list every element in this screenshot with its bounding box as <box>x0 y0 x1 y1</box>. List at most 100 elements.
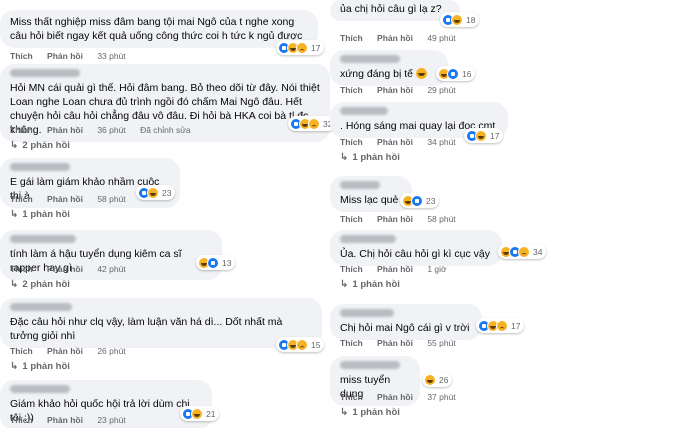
like-button[interactable]: Thích <box>10 264 33 274</box>
like-button[interactable]: Thích <box>10 51 33 61</box>
comment-actions: Thích Phản hồi 23 phút <box>10 415 138 425</box>
timestamp: 58 phút <box>427 214 456 224</box>
sad-reaction-icon <box>518 245 530 258</box>
comment-actions: Thích Phản hồi 29 phút <box>340 85 468 95</box>
reaction-summary[interactable]: 17 <box>464 128 504 143</box>
view-replies-link[interactable]: ↳ 2 phản hồi <box>10 140 70 151</box>
reply-arrow-icon: ↳ <box>10 209 19 220</box>
reply-button[interactable]: Phản hồi <box>47 125 83 135</box>
comment-actions: Thích Phản hồi 37 phút <box>340 392 468 402</box>
view-replies-link[interactable]: ↳ 2 phản hồi <box>10 279 70 290</box>
like-reaction-icon <box>207 256 219 269</box>
timestamp: 26 phút <box>97 346 126 356</box>
timestamp: 49 phút <box>427 33 456 43</box>
like-reaction-icon <box>447 67 459 80</box>
reaction-summary[interactable]: 23 <box>400 193 440 208</box>
reply-button[interactable]: Phản hồi <box>47 415 83 425</box>
reaction-summary[interactable]: 18 <box>440 12 480 27</box>
like-button[interactable]: Thích <box>340 33 363 43</box>
reaction-summary[interactable]: 17 <box>276 40 325 55</box>
reaction-summary[interactable]: 21 <box>180 406 220 421</box>
like-button[interactable]: Thích <box>340 392 363 402</box>
view-replies-link[interactable]: ↳ 1 phản hồi <box>340 279 400 290</box>
reply-button[interactable]: Phản hồi <box>47 194 83 204</box>
view-replies-link[interactable]: ↳ 1 phản hồi <box>340 407 400 418</box>
reaction-summary[interactable]: 23 <box>136 185 176 200</box>
reply-button[interactable]: Phản hồi <box>377 264 413 274</box>
timestamp: 23 phút <box>97 415 126 425</box>
reply-button[interactable]: Phản hồi <box>47 346 83 356</box>
reaction-summary[interactable]: 34 <box>498 244 547 259</box>
haha-reaction-icon <box>191 407 203 420</box>
blurred-author-name <box>10 69 80 77</box>
reply-button[interactable]: Phản hồi <box>47 51 83 61</box>
view-replies-link[interactable]: ↳ 1 phản hồi <box>340 152 400 163</box>
comment-actions: Thích Phản hồi 49 phút <box>340 33 468 43</box>
timestamp: 42 phút <box>97 264 126 274</box>
comment-bubble: Chị hỏi mai Ngô cái gì v trời <box>330 304 482 340</box>
timestamp: 36 phút <box>97 125 126 135</box>
comment-actions: Thích Phản hồi 36 phút Đã chỉnh sửa <box>10 125 203 135</box>
reaction-count: 13 <box>222 257 232 268</box>
timestamp: 29 phút <box>427 85 456 95</box>
reaction-count: 15 <box>311 339 321 350</box>
reaction-summary[interactable]: 16 <box>436 66 476 81</box>
reply-button[interactable]: Phản hồi <box>377 392 413 402</box>
comment-actions: Thích Phản hồi 58 phút <box>10 194 138 204</box>
view-replies-link[interactable]: ↳ 1 phản hồi <box>10 361 70 372</box>
comment-bubble: Đặc câu hỏi như clq vậy, làm luận văn há… <box>0 298 322 348</box>
blurred-author-name <box>340 55 400 63</box>
reply-button[interactable]: Phản hồi <box>377 85 413 95</box>
blurred-author-name <box>10 303 72 311</box>
comment-actions: Thích Phản hồi 33 phút <box>10 51 138 61</box>
blurred-author-name <box>10 385 70 393</box>
comment-text: Chị hỏi mai Ngô cái gì v trời <box>340 322 470 334</box>
comment-text: Đặc câu hỏi như clq vậy, làm luận văn há… <box>10 316 283 342</box>
comment-text: Miss lạc quẻ <box>340 194 399 206</box>
comment-text: xứng đáng bị tế <box>340 68 413 80</box>
haha-reaction-icon <box>424 373 436 386</box>
view-replies-link[interactable]: ↳ 1 phản hồi <box>10 209 70 220</box>
laughing-emoji-icon <box>415 68 427 79</box>
reaction-count: 17 <box>490 130 500 141</box>
haha-reaction-icon <box>475 129 487 142</box>
timestamp: 33 phút <box>97 51 126 61</box>
reaction-summary[interactable]: 26 <box>422 372 453 387</box>
comment-actions: Thích Phản hồi 58 phút <box>340 214 468 224</box>
sad-reaction-icon <box>296 41 308 54</box>
comment-actions: Thích Phản hồi 26 phút <box>10 346 138 356</box>
reply-arrow-icon: ↳ <box>340 279 349 290</box>
like-button[interactable]: Thích <box>10 346 33 356</box>
reply-button[interactable]: Phản hồi <box>47 264 83 274</box>
haha-reaction-icon <box>451 13 463 26</box>
reaction-summary[interactable]: 13 <box>196 255 236 270</box>
like-button[interactable]: Thích <box>340 85 363 95</box>
like-button[interactable]: Thích <box>340 338 363 348</box>
reaction-count: 17 <box>311 42 321 53</box>
like-button[interactable]: Thích <box>340 264 363 274</box>
reply-arrow-icon: ↳ <box>10 361 19 372</box>
timestamp: 55 phút <box>427 338 456 348</box>
blurred-author-name <box>10 235 76 243</box>
comment-actions: Thích Phản hồi 55 phút <box>340 338 468 348</box>
reply-button[interactable]: Phản hồi <box>377 338 413 348</box>
like-reaction-icon <box>411 194 423 207</box>
comment-bubble: Miss thất nghiệp miss đâm bang tội mai N… <box>0 10 318 48</box>
like-button[interactable]: Thích <box>10 415 33 425</box>
like-button[interactable]: Thích <box>340 214 363 224</box>
reaction-summary[interactable]: 17 <box>476 318 525 333</box>
blurred-author-name <box>340 181 380 189</box>
reply-button[interactable]: Phản hồi <box>377 137 413 147</box>
like-button[interactable]: Thích <box>340 137 363 147</box>
blurred-author-name <box>10 163 70 171</box>
reply-button[interactable]: Phản hồi <box>377 33 413 43</box>
like-button[interactable]: Thích <box>10 125 33 135</box>
reply-arrow-icon: ↳ <box>10 279 19 290</box>
reaction-summary[interactable]: 15 <box>276 337 325 352</box>
comment-actions: Thích Phản hồi 1 giờ <box>340 264 459 274</box>
comment-text: Ủa. Chị hỏi câu hỏi gì kì cục vậy <box>340 248 490 260</box>
reply-button[interactable]: Phản hồi <box>377 214 413 224</box>
like-button[interactable]: Thích <box>10 194 33 204</box>
comment-bubble: Miss lạc quẻ <box>330 176 412 212</box>
timestamp: 34 phút <box>427 137 456 147</box>
